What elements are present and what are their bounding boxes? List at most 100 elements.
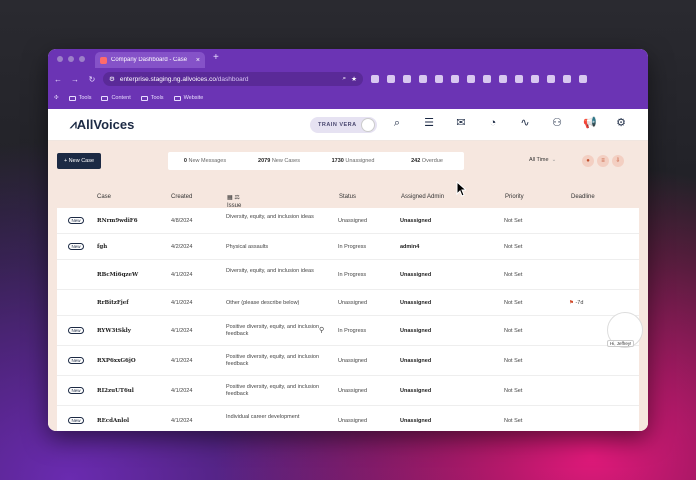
bookmark-tools[interactable]: Tools: [68, 95, 91, 101]
case-id[interactable]: RNrm9wdiF6: [97, 218, 138, 224]
reload-icon[interactable]: ↻: [85, 75, 99, 84]
url-text: enterprise.staging.ng.allvoices.co/dashb…: [119, 75, 249, 83]
col-deadline[interactable]: Deadline: [571, 194, 595, 200]
bookmark-website[interactable]: Website: [173, 95, 203, 101]
tag-icon[interactable]: ●: [582, 155, 594, 167]
gear-icon[interactable]: ⚙: [615, 117, 627, 129]
window-controls[interactable]: [57, 56, 85, 62]
extension-icons: [371, 75, 587, 83]
table-row[interactable]: New RI2zuUT6ul 4/1/2024 Positive diversi…: [57, 376, 639, 406]
col-assigned-admin[interactable]: Assigned Admin: [401, 194, 444, 200]
new-case-button[interactable]: + New Case: [57, 153, 101, 169]
chat-greeting[interactable]: Hi, Jeffrey!: [607, 340, 635, 347]
case-admin[interactable]: Unassigned: [400, 358, 431, 364]
apps-icon[interactable]: ✣: [54, 95, 59, 101]
extension-icon[interactable]: [579, 75, 587, 83]
zoom-icon[interactable]: ⌕: [343, 75, 347, 83]
case-priority[interactable]: Not Set: [504, 218, 522, 224]
case-admin[interactable]: Unassigned: [400, 418, 431, 424]
case-id[interactable]: RrBitzFjef: [97, 300, 129, 306]
case-deadline: ⚑ -7d: [569, 300, 584, 306]
extension-icon[interactable]: [499, 75, 507, 83]
new-tab-icon[interactable]: +: [213, 52, 219, 63]
col-status[interactable]: Status: [339, 194, 356, 200]
table-row[interactable]: New fgh 4/2/2024 Physical assaults In Pr…: [57, 234, 639, 260]
extension-icon[interactable]: [435, 75, 443, 83]
mouse-cursor-icon: [456, 181, 466, 197]
case-id[interactable]: RBcMi6qzeW: [97, 272, 138, 278]
assign-user-icon[interactable]: ⚲: [319, 326, 324, 334]
case-issue-type: Individual career development: [226, 414, 300, 420]
col-case[interactable]: Case: [97, 194, 111, 200]
bookmark-tools-2[interactable]: Tools: [140, 95, 164, 101]
case-admin[interactable]: Unassigned: [400, 328, 431, 334]
pie-chart-icon[interactable]: ◔: [487, 117, 499, 129]
megaphone-icon[interactable]: 📢: [583, 117, 597, 129]
table-row[interactable]: New RYW3tSkly 4/1/2024 Positive diversit…: [57, 316, 639, 346]
table-row[interactable]: New RXP6xxG6jO 4/1/2024 Positive diversi…: [57, 346, 639, 376]
tab-title: Company Dashboard - Case: [111, 57, 188, 63]
table-row[interactable]: New RNrm9wdiF6 4/8/2024 Diversity, equit…: [57, 208, 639, 234]
extension-icon[interactable]: [515, 75, 523, 83]
case-issue-type: Physical assaults: [226, 244, 269, 250]
stat-new-messages[interactable]: 0 New Messages: [168, 158, 242, 164]
extension-icon[interactable]: [563, 75, 571, 83]
site-info-icon[interactable]: ⚙: [109, 75, 115, 83]
case-admin[interactable]: Unassigned: [400, 218, 431, 224]
case-priority[interactable]: Not Set: [504, 328, 522, 334]
export-icon[interactable]: ⇩: [612, 155, 624, 167]
case-admin[interactable]: admin4: [400, 244, 419, 250]
table-row[interactable]: RBcMi6qzeW 4/1/2024 Diversity, equity, a…: [57, 260, 639, 290]
pulse-icon[interactable]: ∿: [519, 117, 531, 129]
col-priority[interactable]: Priority: [505, 194, 524, 200]
case-id[interactable]: RI2zuUT6ul: [97, 388, 134, 394]
nav-row: ← → ↻ ⚙ enterprise.staging.ng.allvoices.…: [48, 70, 648, 88]
browser-tab[interactable]: Company Dashboard - Case ×: [95, 52, 205, 68]
col-created[interactable]: Created: [171, 194, 192, 200]
time-filter-select[interactable]: All Time ⌄: [529, 157, 556, 163]
extension-icon[interactable]: [419, 75, 427, 83]
case-priority[interactable]: Not Set: [504, 358, 522, 364]
case-id[interactable]: REcdAnlol: [97, 418, 129, 424]
back-icon[interactable]: ←: [51, 75, 65, 84]
case-priority[interactable]: Not Set: [504, 244, 522, 250]
table-row[interactable]: New REcdAnlol 4/1/2024 Individual career…: [57, 406, 639, 431]
table-row[interactable]: RrBitzFjef 4/1/2024 Other (please descri…: [57, 290, 639, 316]
extension-icon[interactable]: [451, 75, 459, 83]
stat-overdue[interactable]: 242 Overdue: [390, 158, 464, 164]
case-admin[interactable]: Unassigned: [400, 388, 431, 394]
extension-icon[interactable]: [387, 75, 395, 83]
url-bar[interactable]: ⚙ enterprise.staging.ng.allvoices.co/das…: [103, 72, 363, 86]
case-id[interactable]: fgh: [97, 244, 107, 250]
case-id[interactable]: RXP6xxG6jO: [97, 358, 136, 364]
stat-unassigned[interactable]: 1730 Unassigned: [316, 158, 390, 164]
stat-new-cases[interactable]: 2079 New Cases: [242, 158, 316, 164]
users-icon[interactable]: ⚇: [551, 117, 563, 129]
case-id[interactable]: RYW3tSkly: [97, 328, 131, 334]
case-issue-type: Other (please describe below): [226, 300, 300, 306]
filter-icon[interactable]: ≡: [597, 155, 609, 167]
extension-icon[interactable]: [371, 75, 379, 83]
bookmark-content[interactable]: Content: [101, 95, 131, 101]
col-issue-type[interactable]: Issue Type ▦ ⚖: [227, 194, 241, 215]
mail-icon[interactable]: ✉: [455, 117, 467, 129]
logo[interactable]: ⩘ AllVoices: [70, 117, 134, 132]
close-icon[interactable]: ×: [196, 57, 200, 64]
list-icon[interactable]: ☰: [423, 117, 435, 129]
train-vera-button[interactable]: TRAIN VERA: [310, 117, 377, 133]
extension-icon[interactable]: [547, 75, 555, 83]
case-admin[interactable]: Unassigned: [400, 300, 431, 306]
case-priority[interactable]: Not Set: [504, 388, 522, 394]
case-priority[interactable]: Not Set: [504, 418, 522, 424]
extension-icon[interactable]: [467, 75, 475, 83]
case-admin[interactable]: Unassigned: [400, 272, 431, 278]
extension-icon[interactable]: [483, 75, 491, 83]
extension-icon[interactable]: [403, 75, 411, 83]
new-badge: New: [68, 243, 84, 250]
search-icon[interactable]: ⌕: [391, 117, 403, 129]
case-priority[interactable]: Not Set: [504, 272, 522, 278]
star-icon[interactable]: ★: [351, 75, 357, 83]
extension-icon[interactable]: [531, 75, 539, 83]
forward-icon[interactable]: →: [68, 75, 82, 84]
case-priority[interactable]: Not Set: [504, 300, 522, 306]
